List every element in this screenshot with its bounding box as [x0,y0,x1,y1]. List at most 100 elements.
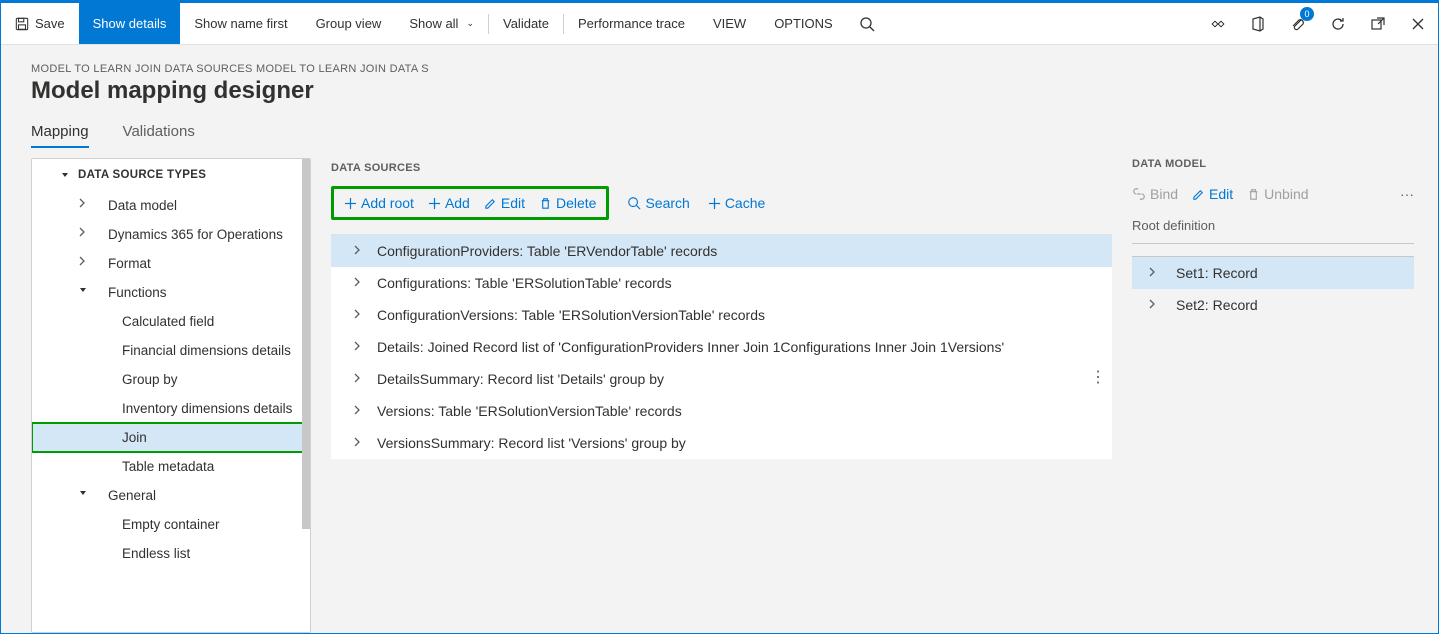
data-source-types-panel: DATA SOURCE TYPES Data model Dynamics 365… [31,158,311,633]
more-button[interactable]: ··· [1400,186,1414,202]
unbind-label: Unbind [1264,186,1308,202]
data-source-item[interactable]: Versions: Table 'ERSolutionVersionTable'… [331,395,1112,427]
plus-icon [708,197,721,210]
data-sources-header: DATA SOURCES [331,162,1112,174]
tree-item[interactable]: Endless list [32,539,310,568]
page-title: Model mapping designer [31,77,1414,105]
delete-button[interactable]: Delete [539,195,596,211]
data-source-item[interactable]: Configurations: Table 'ERSolutionTable' … [331,267,1112,299]
data-source-label: VersionsSummary: Record list 'Versions' … [377,435,686,451]
validate-button[interactable]: Validate [489,3,563,44]
tree-item-label: Functions [108,285,167,300]
data-sources-actions: Add root Add Edit Delete [331,186,1112,220]
tree-item[interactable]: Functions [32,278,310,307]
cache-label: Cache [725,195,765,211]
show-all-label: Show all [409,16,458,31]
group-view-button[interactable]: Group view [302,3,396,44]
add-root-button[interactable]: Add root [344,195,414,211]
office-button[interactable] [1238,3,1278,44]
attachments-badge: 0 [1300,7,1314,21]
plus-icon [344,197,357,210]
tree-item[interactable]: Calculated field [32,307,310,336]
top-command-bar: Save Show details Show name first Group … [1,1,1438,45]
validate-label: Validate [503,16,549,31]
trash-icon [1247,188,1260,201]
attachments-button[interactable]: 0 [1278,3,1318,44]
tree-item[interactable]: General [32,481,310,510]
more-vertical-icon[interactable]: ⋮ [1090,367,1106,387]
pencil-icon [1192,188,1205,201]
data-source-label: ConfigurationVersions: Table 'ERSolution… [377,307,765,323]
data-model-item[interactable]: Set2: Record [1132,289,1414,321]
add-button[interactable]: Add [428,195,470,211]
data-model-label: Set1: Record [1176,265,1258,281]
view-menu[interactable]: VIEW [699,3,760,44]
tree-item[interactable]: Empty container [32,510,310,539]
cache-button[interactable]: Cache [708,195,765,211]
refresh-button[interactable] [1318,3,1358,44]
unbind-button[interactable]: Unbind [1247,186,1308,202]
tree-item[interactable]: Join [32,423,310,452]
popout-button[interactable] [1358,3,1398,44]
show-all-button[interactable]: Show all ⌄ [395,3,488,44]
plus-icon [428,197,441,210]
performance-trace-button[interactable]: Performance trace [564,3,699,44]
chevron-down-icon: ⌄ [466,18,474,29]
caret-right-icon [353,341,365,353]
caret-right-icon [353,373,365,385]
tree-item-label: Dynamics 365 for Operations [108,227,283,242]
view-label: VIEW [713,16,746,31]
data-source-types-header[interactable]: DATA SOURCE TYPES [32,159,310,191]
tree-item[interactable]: Format [32,249,310,278]
popout-icon [1370,16,1386,32]
tab-mapping[interactable]: Mapping [31,123,89,148]
app-icon-1[interactable] [1198,3,1238,44]
dm-edit-button[interactable]: Edit [1192,186,1233,202]
options-label: OPTIONS [774,16,833,31]
tree-item-label: Format [108,256,151,271]
tree-item[interactable]: Data model [32,191,310,220]
close-button[interactable] [1398,3,1438,44]
tree-item-label: Data model [108,198,177,213]
data-sources-panel: DATA SOURCES Add root Add Edit [331,158,1112,633]
add-root-label: Add root [361,195,414,211]
search-ds-button[interactable]: Search [627,195,689,211]
performance-trace-label: Performance trace [578,16,685,31]
trash-icon [539,197,552,210]
edit-button[interactable]: Edit [484,195,525,211]
show-name-first-button[interactable]: Show name first [180,3,301,44]
data-source-item[interactable]: Details: Joined Record list of 'Configur… [331,331,1112,363]
tree-item-label: Table metadata [122,459,214,474]
data-source-item[interactable]: DetailsSummary: Record list 'Details' gr… [331,363,1112,395]
tree-item-label: Empty container [122,517,220,532]
refresh-icon [1330,16,1346,32]
data-sources-list: ConfigurationProviders: Table 'ERVendorT… [331,234,1112,459]
data-model-list: Set1: Record Set2: Record [1132,256,1414,321]
data-model-item[interactable]: Set1: Record [1132,257,1414,289]
office-icon [1250,16,1266,32]
caret-right-icon [1148,267,1160,279]
data-source-item[interactable]: ConfigurationVersions: Table 'ERSolution… [331,299,1112,331]
search-button[interactable] [847,3,887,44]
root-definition-label: Root definition [1132,212,1414,244]
tree-item[interactable]: Financial dimensions details [32,336,310,365]
bind-button[interactable]: Bind [1132,186,1178,202]
data-source-label: DetailsSummary: Record list 'Details' gr… [377,371,664,387]
caret-right-icon [1148,299,1160,311]
action-group-highlighted: Add root Add Edit Delete [331,186,609,220]
tree-item[interactable]: Dynamics 365 for Operations [32,220,310,249]
data-source-item[interactable]: ConfigurationProviders: Table 'ERVendorT… [331,235,1112,267]
show-details-button[interactable]: Show details [79,3,181,44]
tab-validations[interactable]: Validations [123,123,195,148]
show-name-first-label: Show name first [194,16,287,31]
caret-right-icon [353,309,365,321]
data-source-label: Versions: Table 'ERSolutionVersionTable'… [377,403,682,419]
tree-item[interactable]: Group by [32,365,310,394]
delete-label: Delete [556,195,596,211]
tree-item[interactable]: Inventory dimensions details [32,394,310,423]
save-button[interactable]: Save [1,3,79,44]
data-source-item[interactable]: VersionsSummary: Record list 'Versions' … [331,427,1112,459]
tree-item[interactable]: Table metadata [32,452,310,481]
options-menu[interactable]: OPTIONS [760,3,847,44]
diamond-icon [1210,16,1226,32]
